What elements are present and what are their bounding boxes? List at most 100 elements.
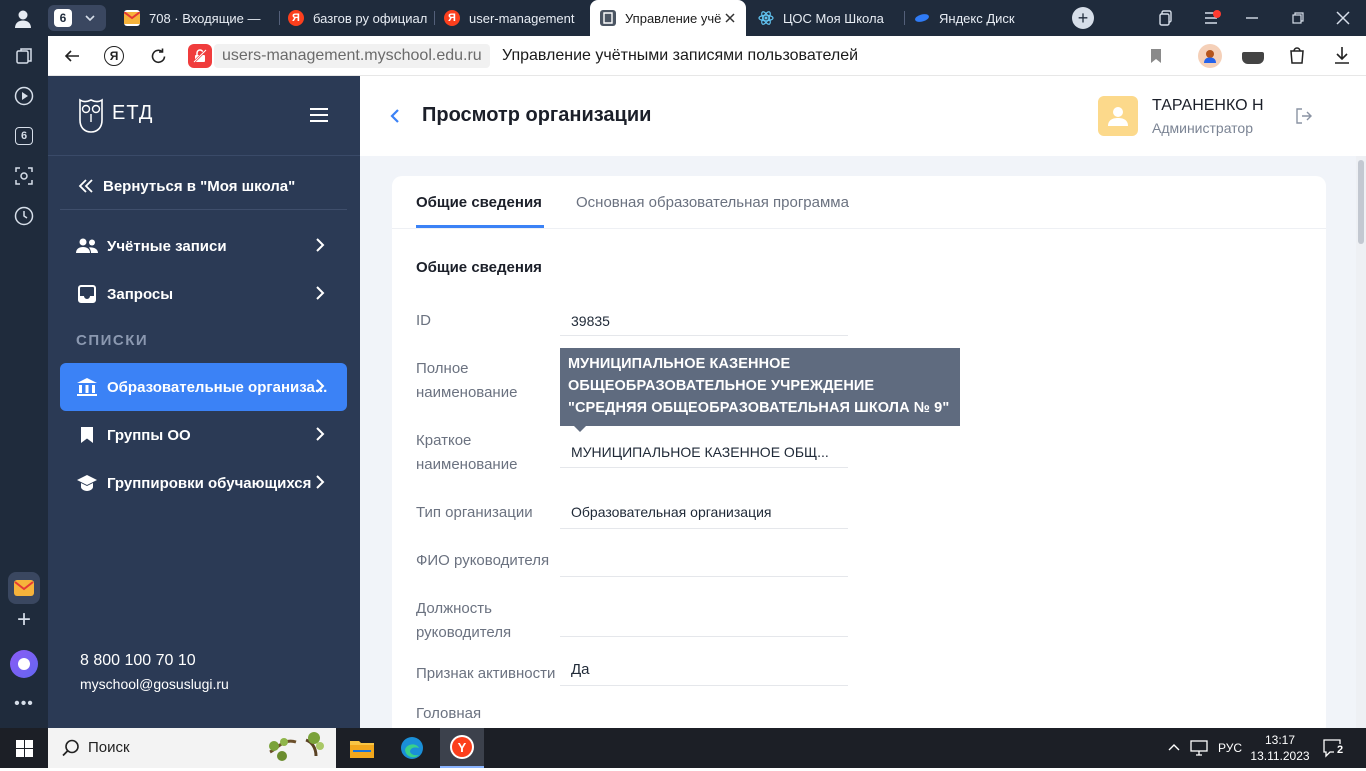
sidebar-item-educational-organizations[interactable]: Образовательные организа... xyxy=(60,363,347,411)
chevron-up-icon[interactable] xyxy=(1168,742,1180,752)
page-title-text: Управление учётными записями пользовател… xyxy=(502,47,859,64)
bookmark-icon xyxy=(76,424,98,446)
full-name-tooltip: МУНИЦИПАЛЬНОЕ КАЗЕННОЕ ОБЩЕОБРАЗОВАТЕЛЬН… xyxy=(560,348,960,432)
user-role: Администратор xyxy=(1152,120,1254,136)
search-highlight-image xyxy=(262,730,328,766)
url-text[interactable]: users-management.myschool.edu.ru xyxy=(214,44,490,68)
taskbar-search-box[interactable]: Поиск xyxy=(48,728,336,768)
language-indicator[interactable]: РУС xyxy=(1218,741,1242,755)
tab-title: user-management xyxy=(469,10,575,26)
sidebar-item-accounts[interactable]: Учётные записи xyxy=(60,222,347,270)
rail-badge-value: 6 xyxy=(15,127,33,145)
screenshot-icon[interactable] xyxy=(12,164,36,188)
disk-icon xyxy=(914,10,930,26)
sidebar-item-requests[interactable]: Запросы xyxy=(60,270,347,318)
page-scrollbar[interactable] xyxy=(1356,156,1366,728)
shopping-bag-icon[interactable] xyxy=(1288,46,1306,64)
alice-icon[interactable] xyxy=(10,650,38,678)
profile-icon[interactable] xyxy=(12,8,34,30)
tab-bazgov[interactable]: Я базгов ру официал xyxy=(288,0,428,36)
back-to-myschool-link[interactable]: Вернуться в "Моя школа" xyxy=(78,174,295,198)
yandex-icon: Y xyxy=(452,737,472,757)
tooltip-arrow xyxy=(574,426,586,432)
collections-icon[interactable] xyxy=(12,44,36,68)
field-value-short-name[interactable]: МУНИЦИПАЛЬНОЕ КАЗЕННОЕ ОБЩ... xyxy=(560,440,848,468)
logout-icon[interactable] xyxy=(1296,108,1312,124)
tab-group-button[interactable]: 6 xyxy=(48,5,106,31)
field-label-head-org: Головная xyxy=(416,705,482,722)
menu-notification-icon[interactable] xyxy=(1204,10,1222,26)
support-email[interactable]: myschool@gosuslugi.ru xyxy=(80,676,229,692)
clock-time: 13:17 xyxy=(1264,733,1296,747)
tab-myschool[interactable]: ЦОС Моя Школа xyxy=(758,0,898,36)
history-icon[interactable] xyxy=(12,204,36,228)
scrollbar-thumb[interactable] xyxy=(1358,160,1364,244)
windows-start-icon[interactable] xyxy=(0,728,48,768)
field-label-id: ID xyxy=(416,312,431,329)
file-explorer-icon[interactable] xyxy=(340,728,384,768)
field-label-head-position: Должность руководителя xyxy=(416,600,512,641)
back-arrow-icon[interactable] xyxy=(64,48,80,64)
sidebar-item-label: Группировки обучающихся xyxy=(107,474,312,492)
divider xyxy=(392,228,1326,229)
more-icon[interactable]: ••• xyxy=(12,692,36,716)
sidebar-item-label: Образовательные организа... xyxy=(107,378,328,396)
logo-text: ЕТД xyxy=(112,102,154,124)
clock[interactable]: 13:17 13.11.2023 xyxy=(1250,732,1310,764)
tooltip-text: МУНИЦИПАЛЬНОЕ КАЗЕННОЕ ОБЩЕОБРАЗОВАТЕЛЬН… xyxy=(568,356,950,416)
yandex-browser-taskbar-icon[interactable]: Y xyxy=(440,728,484,768)
notification-center-icon[interactable]: 2 xyxy=(1322,738,1346,758)
tab-separator xyxy=(904,11,905,25)
support-phone[interactable]: 8 800 100 70 10 xyxy=(80,652,196,670)
tab-educational-program[interactable]: Основная образовательная программа xyxy=(576,194,849,211)
mail-app-icon[interactable] xyxy=(8,572,40,604)
play-icon[interactable] xyxy=(12,84,36,108)
add-app-icon[interactable]: + xyxy=(12,606,36,633)
chevron-right-icon xyxy=(316,427,325,441)
field-label-full-name: Полное наименование xyxy=(416,360,518,401)
reload-icon[interactable] xyxy=(150,48,167,65)
tab-general-info[interactable]: Общие сведения xyxy=(416,194,542,211)
close-icon[interactable] xyxy=(724,12,736,24)
page-title: Просмотр организации xyxy=(422,104,652,126)
minimize-icon[interactable] xyxy=(1246,17,1258,19)
tab-separator xyxy=(279,11,280,25)
network-icon[interactable] xyxy=(1190,740,1208,756)
collections-icon[interactable] xyxy=(1158,10,1174,26)
edge-browser-icon[interactable] xyxy=(390,728,434,768)
download-icon[interactable] xyxy=(1334,46,1350,64)
back-link-label: Вернуться в "Моя школа" xyxy=(103,177,296,195)
extension-avatar-icon[interactable] xyxy=(1198,44,1222,68)
chevron-right-icon xyxy=(316,238,325,252)
sidebar-item-label: Группы ОО xyxy=(107,426,191,444)
new-tab-button[interactable]: + xyxy=(1072,7,1094,29)
bookmark-icon[interactable] xyxy=(1150,48,1162,64)
back-chevron-icon[interactable] xyxy=(390,108,400,124)
tab-active-user-management[interactable]: Управление учё xyxy=(590,0,746,36)
tab-title: Яндекс Диск xyxy=(939,10,1015,26)
windows-taskbar: Поиск Y РУС 13:17 13.11.2023 2 xyxy=(0,728,1366,768)
tab-yandex-disk[interactable]: Яндекс Диск xyxy=(914,0,1054,36)
extension-icon[interactable] xyxy=(1242,52,1264,64)
field-label-org-type: Тип организации xyxy=(416,504,533,521)
hamburger-menu-icon[interactable] xyxy=(310,108,328,122)
yandex-logo-icon[interactable]: Я xyxy=(104,46,124,66)
sidebar-item-groups[interactable]: Группы ОО xyxy=(60,411,347,459)
insecure-connection-icon[interactable] xyxy=(188,44,212,68)
restore-icon[interactable] xyxy=(1292,12,1304,24)
page-header: Просмотр организации ТАРАНЕНКО Н Админис… xyxy=(360,76,1366,156)
browser-side-rail: 6 + ••• xyxy=(0,36,48,728)
sidebar-item-label: Запросы xyxy=(107,285,174,303)
sidebar-item-student-groupings[interactable]: Группировки обучающихся xyxy=(60,459,347,507)
tab-mail[interactable]: 708 · Входящие — xyxy=(124,0,274,36)
field-value-id: 39835 xyxy=(560,310,848,336)
graduation-cap-icon xyxy=(76,472,98,494)
react-atom-icon xyxy=(758,10,774,26)
field-value-activity: Да xyxy=(560,658,848,686)
avatar[interactable] xyxy=(1098,96,1138,136)
owl-logo-icon[interactable] xyxy=(76,94,106,134)
tab-user-management[interactable]: Я user-management xyxy=(444,0,580,36)
user-name: ТАРАНЕНКО Н xyxy=(1152,97,1264,114)
window-close-icon[interactable] xyxy=(1336,11,1350,25)
tab-count-rail-badge[interactable]: 6 xyxy=(12,124,36,148)
